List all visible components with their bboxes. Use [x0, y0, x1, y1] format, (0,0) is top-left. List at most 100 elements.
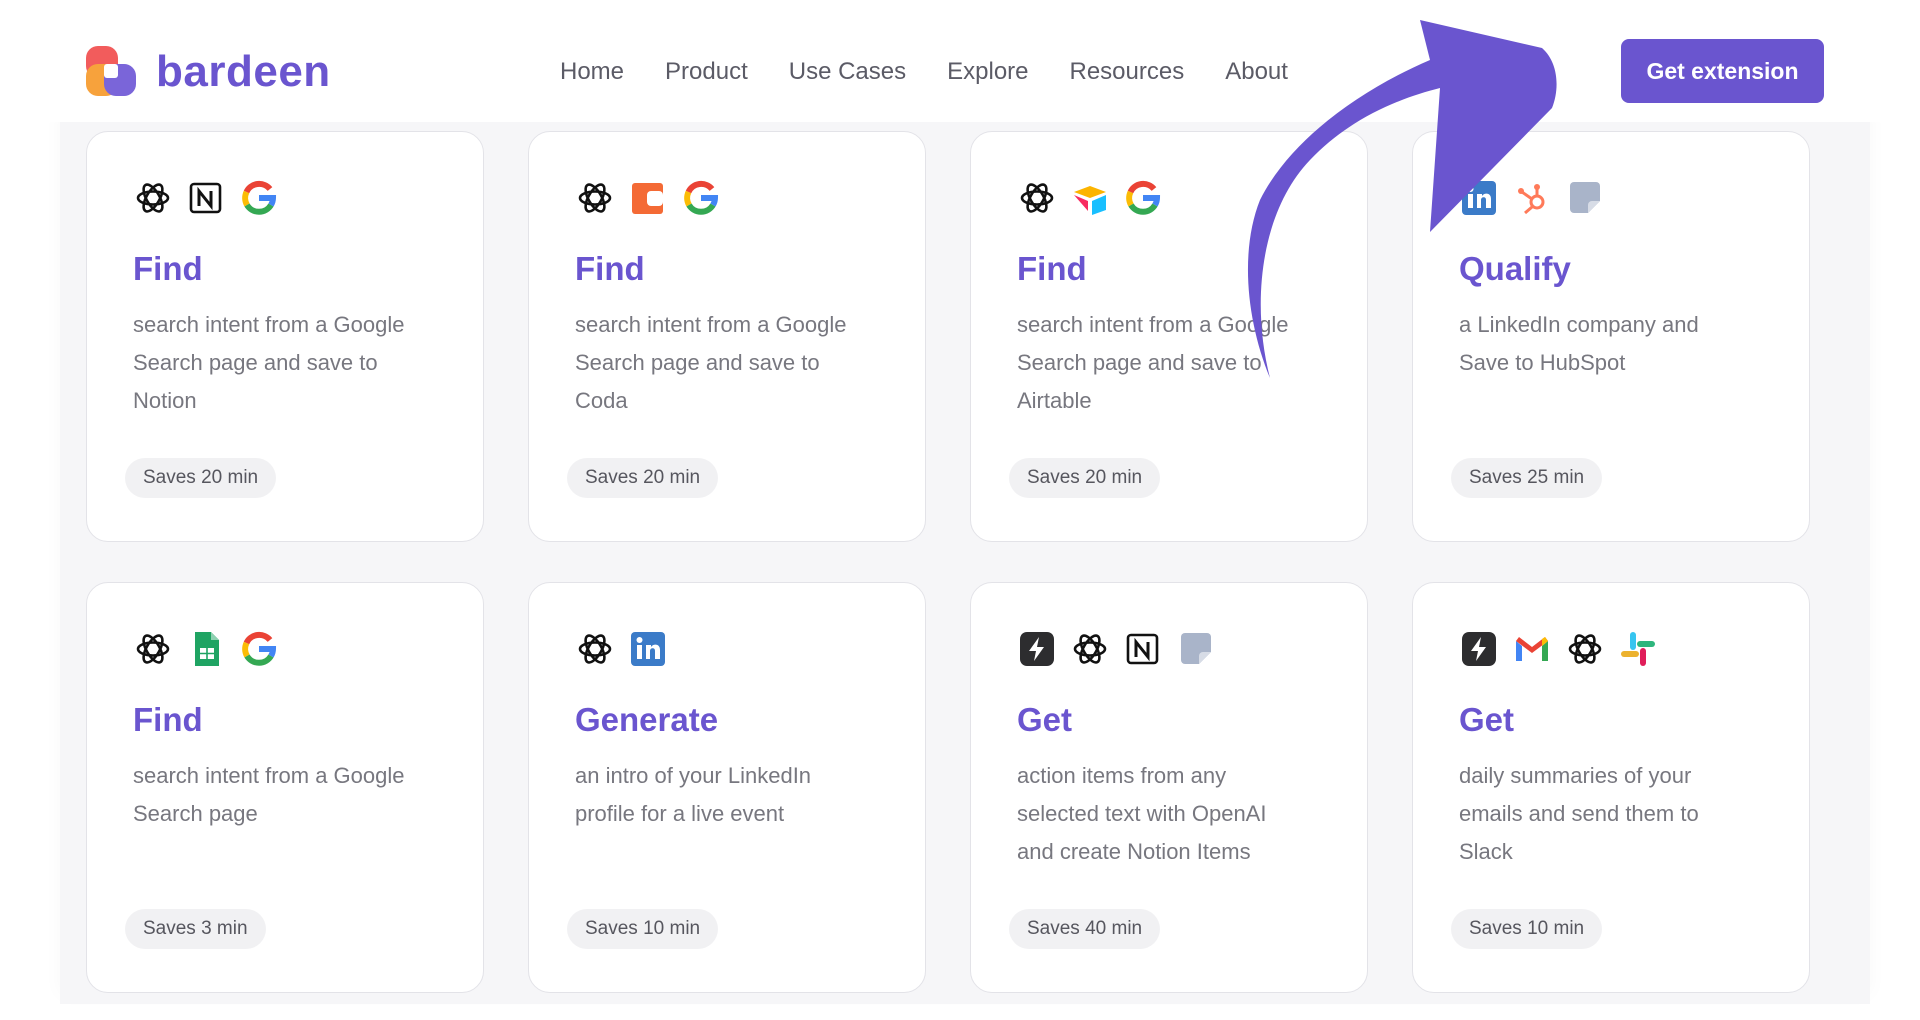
- bardeen-logo-icon: [86, 46, 136, 96]
- card-description-line: a LinkedIn company and: [1459, 312, 1699, 337]
- app-icons: [1459, 629, 1658, 669]
- google-icon: [1123, 178, 1163, 218]
- sticky-note-icon: [1565, 178, 1605, 218]
- linkedin-icon: [628, 629, 668, 669]
- card-description-line: an intro of your LinkedIn: [575, 763, 812, 788]
- time-saved-badge: Saves 3 min: [125, 909, 266, 949]
- card-title: Find: [575, 250, 645, 287]
- openai-icon: [575, 629, 615, 669]
- card-title: Find: [133, 701, 203, 738]
- app-icons: [575, 629, 668, 669]
- card-description-line: action items from any: [1017, 763, 1227, 788]
- playbook-card[interactable]: Find search intent from a Google Search pa…: [86, 131, 484, 542]
- google-icon: [681, 178, 721, 218]
- card-description-line: Search page and save to: [575, 350, 820, 375]
- card-title: Get: [1017, 701, 1073, 738]
- nav-resources[interactable]: Resources: [1070, 58, 1185, 86]
- logo[interactable]: bardeen: [84, 44, 331, 100]
- time-saved-badge: Saves 40 min: [1009, 909, 1161, 949]
- site-header: bardeen Home Product Use Cases Explore R…: [0, 0, 1920, 122]
- card-description: daily summaries of your emails and send t…: [1459, 757, 1769, 871]
- nav-explore[interactable]: Explore: [947, 58, 1028, 86]
- time-saved-badge: Saves 10 min: [1451, 909, 1603, 949]
- openai-icon: [1070, 629, 1110, 669]
- main-nav: Home Product Use Cases Explore Resources…: [560, 52, 1288, 92]
- openai-icon: [1565, 629, 1605, 669]
- card-description-line: search intent from a Google: [1017, 312, 1289, 337]
- linkedin-icon: [1459, 178, 1499, 218]
- google-icon: [239, 629, 279, 669]
- bolt-icon: [1459, 629, 1499, 669]
- slack-icon: [1618, 629, 1658, 669]
- openai-icon: [133, 178, 173, 218]
- card-description-line: Airtable: [1017, 388, 1092, 413]
- airtable-icon: [1070, 178, 1110, 218]
- card-description: action items from any selected text with …: [1017, 757, 1327, 871]
- get-extension-button[interactable]: Get extension: [1621, 39, 1824, 103]
- card-description-line: and create Notion Items: [1017, 839, 1251, 864]
- brand-name: bardeen: [156, 47, 331, 96]
- time-saved-badge: Saves 20 min: [1009, 458, 1161, 498]
- playbook-card[interactable]: Get daily summaries of your emails and sen…: [1412, 582, 1810, 993]
- sticky-note-icon: [1176, 629, 1216, 669]
- google-icon: [239, 178, 279, 218]
- card-title: Find: [133, 250, 203, 287]
- card-description: a LinkedIn company and Save to HubSpot: [1459, 306, 1769, 382]
- app-icons: [1017, 178, 1163, 218]
- hubspot-icon: [1512, 178, 1552, 218]
- nav-use-cases[interactable]: Use Cases: [789, 58, 906, 86]
- nav-home[interactable]: Home: [560, 58, 624, 86]
- page: Find search intent from a Google Search pa…: [0, 0, 1920, 1020]
- google-sheets-icon: [186, 629, 226, 669]
- card-description: search intent from a Google Search page a…: [133, 306, 443, 420]
- card-description-line: emails and send them to: [1459, 801, 1699, 826]
- card-description-line: Save to HubSpot: [1459, 350, 1626, 375]
- card-description-line: Slack: [1459, 839, 1513, 864]
- openai-icon: [133, 629, 173, 669]
- card-description-line: Coda: [575, 388, 628, 413]
- notion-icon: [186, 178, 226, 218]
- card-description-line: selected text with OpenAI: [1017, 801, 1267, 826]
- time-saved-badge: Saves 20 min: [567, 458, 719, 498]
- nav-about[interactable]: About: [1225, 58, 1288, 86]
- app-icons: [133, 178, 279, 218]
- card-description-line: search intent from a Google: [133, 312, 405, 337]
- app-icons: [1459, 178, 1605, 218]
- playbook-grid: Find search intent from a Google Search pa…: [86, 131, 1824, 1001]
- card-description-line: Search page and save to: [1017, 350, 1262, 375]
- nav-product[interactable]: Product: [665, 58, 748, 86]
- card-description: search intent from a Google Search page a…: [575, 306, 885, 420]
- time-saved-badge: Saves 20 min: [125, 458, 277, 498]
- playbook-card[interactable]: Find search intent from a Google Search pa…: [86, 582, 484, 993]
- app-icons: [1017, 629, 1216, 669]
- bolt-icon: [1017, 629, 1057, 669]
- card-title: Generate: [575, 701, 719, 738]
- openai-icon: [575, 178, 615, 218]
- playbook-card[interactable]: Generate an intro of your LinkedIn profile…: [528, 582, 926, 993]
- openai-icon: [1017, 178, 1057, 218]
- card-description-line: daily summaries of your: [1459, 763, 1692, 788]
- card-title: Get: [1459, 701, 1515, 738]
- playbook-card[interactable]: Find search intent from a Google Search pa…: [970, 131, 1368, 542]
- app-icons: [575, 178, 721, 218]
- notion-icon: [1123, 629, 1163, 669]
- card-description-line: search intent from a Google: [575, 312, 847, 337]
- card-description-line: Search page and save to: [133, 350, 378, 375]
- card-title: Qualify: [1459, 250, 1571, 287]
- card-title: Find: [1017, 250, 1087, 287]
- card-description: an intro of your LinkedIn profile for a l…: [575, 757, 885, 833]
- time-saved-badge: Saves 25 min: [1451, 458, 1603, 498]
- card-description: search intent from a Google Search page: [133, 757, 443, 833]
- card-description-line: Search page: [133, 801, 258, 826]
- playbook-card[interactable]: Find search intent from a Google Search pa…: [528, 131, 926, 542]
- playbook-card[interactable]: Qualify a LinkedIn company and Save to Hub…: [1412, 131, 1810, 542]
- playbook-card[interactable]: Get action items from any selected text wi…: [970, 582, 1368, 993]
- coda-icon: [628, 178, 668, 218]
- gmail-icon: [1512, 629, 1552, 669]
- card-description-line: Notion: [133, 388, 197, 413]
- card-description-line: profile for a live event: [575, 801, 785, 826]
- card-description-line: search intent from a Google: [133, 763, 405, 788]
- app-icons: [133, 629, 279, 669]
- card-description: search intent from a Google Search page a…: [1017, 306, 1327, 420]
- time-saved-badge: Saves 10 min: [567, 909, 719, 949]
